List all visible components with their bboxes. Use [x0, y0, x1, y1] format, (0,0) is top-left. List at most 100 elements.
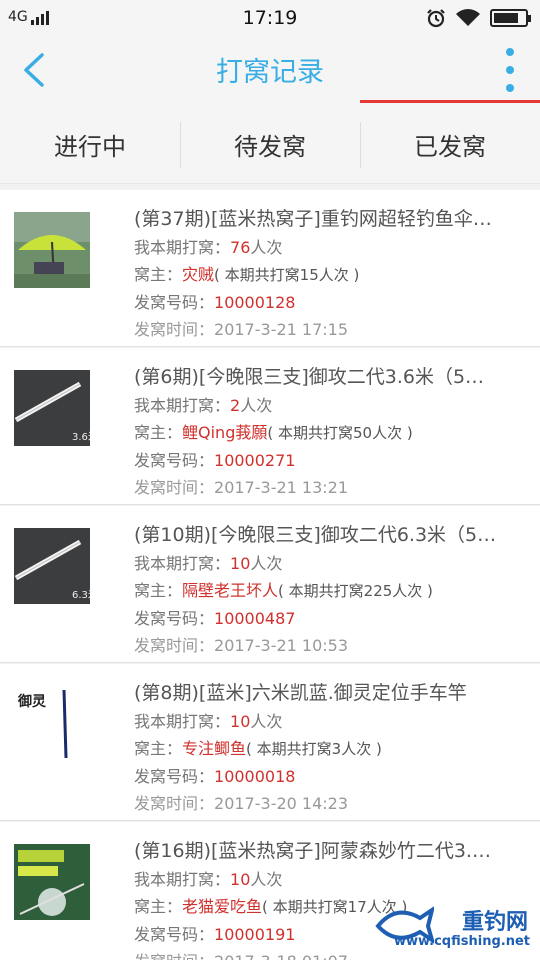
tab-indicator — [360, 100, 540, 103]
product-thumbnail: 3.6米 — [14, 370, 90, 446]
tab-sent[interactable]: 已发窝 — [360, 106, 540, 183]
time-row: 发窝时间：2017-3-21 10:53 — [134, 632, 530, 659]
watermark: 重钓网 www.cqfishing.net — [374, 896, 534, 956]
list-item[interactable]: 6.3米 (第10期)[今晚限三支]御攻二代6.3米（5… 我本期打窝：10人次… — [0, 506, 540, 663]
time-label: 发窝时间： — [134, 320, 215, 339]
my-count-unit: 人次 — [250, 238, 283, 257]
thumb-label: 3.6米 — [72, 430, 90, 443]
thumb-label: 御灵 — [17, 693, 47, 710]
owner-total: ( 本期共打窝225人次 ) — [278, 582, 433, 600]
number-row: 发窝号码：10000128 — [134, 289, 530, 316]
time-label: 发窝时间： — [134, 478, 215, 497]
my-count-value: 10 — [230, 870, 251, 889]
battery-icon — [490, 9, 531, 27]
record-info: (第6期)[今晚限三支]御攻二代3.6米（5… 我本期打窝：2人次 窝主：鲤Qi… — [134, 362, 530, 501]
my-count-label: 我本期打窝： — [134, 396, 231, 415]
record-number: 10000018 — [214, 767, 296, 786]
owner-name: 鲤Qing莪願 — [182, 423, 268, 442]
product-thumbnail — [14, 212, 90, 288]
title-bar: 打窝记录 — [0, 36, 540, 106]
record-time: 2017-3-18 01:07 — [214, 952, 348, 960]
product-thumbnail: 6.3米 — [14, 528, 90, 604]
my-count-value: 76 — [230, 238, 251, 257]
time-label: 发窝时间： — [134, 636, 215, 655]
tab-bar: 进行中 待发窝 已发窝 — [0, 106, 540, 184]
record-info: (第37期)[蓝米热窝子]重钓网超轻钓鱼伞… 我本期打窝：76人次 窝主：灾贼(… — [134, 204, 530, 343]
tab-in-progress[interactable]: 进行中 — [0, 106, 180, 183]
owner-row: 窝主：专注鲫鱼( 本期共打窝3人次 ) — [134, 735, 530, 763]
tab-pending[interactable]: 待发窝 — [180, 106, 360, 183]
status-icons — [426, 8, 531, 28]
my-count-value: 10 — [230, 554, 251, 573]
record-time: 2017-3-21 17:15 — [214, 320, 349, 339]
record-time: 2017-3-21 10:53 — [214, 636, 349, 655]
my-count-row: 我本期打窝：10人次 — [134, 866, 530, 893]
owner-total: ( 本期共打窝3人次 ) — [246, 740, 382, 758]
time-row: 发窝时间：2017-3-21 17:15 — [134, 316, 530, 343]
record-time: 2017-3-21 13:21 — [214, 478, 349, 497]
product-thumbnail: 御灵 — [14, 686, 90, 762]
my-count-unit: 人次 — [240, 396, 273, 415]
number-row: 发窝号码：10000487 — [134, 605, 530, 632]
list-item[interactable]: 3.6米 (第6期)[今晚限三支]御攻二代3.6米（5… 我本期打窝：2人次 窝… — [0, 348, 540, 505]
my-count-value: 2 — [230, 396, 241, 415]
time-label: 发窝时间： — [134, 952, 214, 960]
my-count-row: 我本期打窝：10人次 — [134, 550, 530, 577]
record-number: 10000487 — [214, 609, 296, 628]
time-row: 发窝时间：2017-3-21 13:21 — [134, 474, 530, 501]
record-title: (第6期)[今晚限三支]御攻二代3.6米（5… — [134, 366, 485, 388]
my-count-row: 我本期打窝：76人次 — [134, 234, 530, 261]
owner-label: 窝主： — [134, 739, 183, 758]
owner-name: 隔壁老王坏人 — [182, 581, 279, 600]
time-label: 发窝时间： — [134, 794, 215, 813]
watermark-brand: 重钓网 — [461, 910, 528, 935]
owner-label: 窝主： — [134, 581, 183, 600]
thumb-label: 6.3米 — [72, 588, 90, 601]
owner-name: 老猫爱吃鱼 — [182, 897, 263, 916]
my-count-row: 我本期打窝：2人次 — [134, 392, 530, 419]
owner-row: 窝主：隔壁老王坏人( 本期共打窝225人次 ) — [134, 577, 530, 605]
record-list: (第37期)[蓝米热窝子]重钓网超轻钓鱼伞… 我本期打窝：76人次 窝主：灾贼(… — [0, 190, 540, 960]
my-count-unit: 人次 — [250, 712, 283, 731]
record-time: 2017-3-20 14:23 — [214, 794, 349, 813]
my-count-unit: 人次 — [250, 870, 283, 889]
owner-name: 专注鲫鱼 — [182, 739, 247, 758]
list-item[interactable]: 御灵 (第8期)[蓝米]六米凯蓝.御灵定位手车竿 我本期打窝：10人次 窝主：专… — [0, 664, 540, 821]
more-menu-icon[interactable] — [500, 48, 520, 92]
my-count-value: 10 — [230, 712, 251, 731]
my-count-label: 我本期打窝： — [134, 554, 231, 573]
owner-label: 窝主： — [134, 423, 183, 442]
number-label: 发窝号码： — [134, 609, 215, 628]
my-count-unit: 人次 — [250, 554, 283, 573]
status-bar: 4G 17:19 — [0, 0, 540, 36]
owner-total: ( 本期共打窝50人次 ) — [267, 424, 413, 442]
record-title: (第37期)[蓝米热窝子]重钓网超轻钓鱼伞… — [134, 208, 492, 230]
owner-name: 灾贼 — [182, 265, 215, 284]
owner-total: ( 本期共打窝15人次 ) — [214, 266, 360, 284]
product-thumbnail — [14, 844, 90, 920]
number-label: 发窝号码： — [134, 925, 215, 944]
number-label: 发窝号码： — [134, 451, 215, 470]
record-number: 10000271 — [214, 451, 296, 470]
list-item[interactable]: (第37期)[蓝米热窝子]重钓网超轻钓鱼伞… 我本期打窝：76人次 窝主：灾贼(… — [0, 190, 540, 347]
my-count-label: 我本期打窝： — [134, 712, 231, 731]
page-title: 打窝记录 — [216, 57, 324, 88]
number-row: 发窝号码：10000018 — [134, 763, 530, 790]
my-count-row: 我本期打窝：10人次 — [134, 708, 530, 735]
record-number: 10000128 — [214, 293, 296, 312]
time-row: 发窝时间：2017-3-20 14:23 — [134, 790, 530, 817]
record-info: (第10期)[今晚限三支]御攻二代6.3米（5… 我本期打窝：10人次 窝主：隔… — [134, 520, 530, 659]
owner-row: 窝主：灾贼( 本期共打窝15人次 ) — [134, 261, 530, 289]
record-title: (第16期)[蓝米热窝子]阿蒙森妙竹二代3.… — [134, 840, 491, 862]
number-label: 发窝号码： — [134, 767, 215, 786]
record-title: (第8期)[蓝米]六米凯蓝.御灵定位手车竿 — [134, 682, 467, 704]
number-label: 发窝号码： — [134, 293, 215, 312]
my-count-label: 我本期打窝： — [134, 238, 231, 257]
owner-row: 窝主：鲤Qing莪願( 本期共打窝50人次 ) — [134, 419, 530, 447]
record-number: 10000191 — [214, 925, 296, 944]
owner-label: 窝主： — [134, 897, 183, 916]
alarm-icon — [427, 9, 445, 28]
record-info: (第8期)[蓝米]六米凯蓝.御灵定位手车竿 我本期打窝：10人次 窝主：专注鲫鱼… — [134, 678, 530, 817]
my-count-label: 我本期打窝： — [134, 870, 231, 889]
owner-label: 窝主： — [134, 265, 183, 284]
